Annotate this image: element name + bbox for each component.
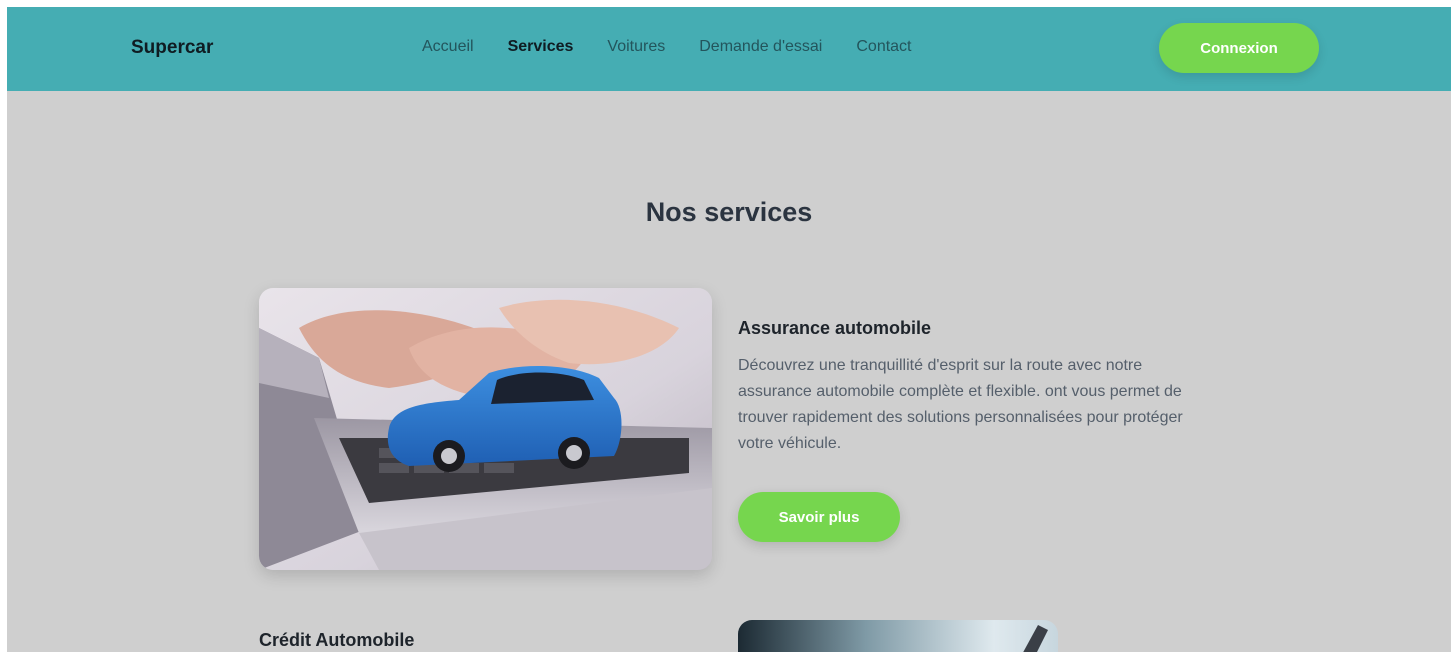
nav-link-accueil[interactable]: Accueil: [422, 38, 474, 56]
page: Supercar Accueil Services Voitures Deman…: [7, 7, 1451, 652]
nav-link-contact[interactable]: Contact: [856, 38, 911, 56]
signing-document-image: [738, 620, 1058, 652]
navbar: Supercar Accueil Services Voitures Deman…: [7, 7, 1451, 91]
nav-link-services[interactable]: Services: [508, 38, 574, 56]
service-description-assurance: Découvrez une tranquillité d'esprit sur …: [738, 357, 1183, 452]
service-title-credit: Crédit Automobile: [259, 630, 415, 650]
nav-link-voitures[interactable]: Voitures: [607, 38, 665, 56]
nav-link-demande-essai[interactable]: Demande d'essai: [699, 38, 822, 56]
page-title: Nos services: [645, 197, 813, 227]
car-on-laptop-image: [259, 288, 712, 570]
service-title-assurance: Assurance automobile: [738, 318, 932, 338]
brand-logo[interactable]: Supercar: [131, 37, 213, 59]
login-button[interactable]: Connexion: [1159, 23, 1319, 73]
main-nav: Accueil Services Voitures Demande d'essa…: [422, 38, 946, 56]
learn-more-button[interactable]: Savoir plus: [738, 492, 900, 542]
